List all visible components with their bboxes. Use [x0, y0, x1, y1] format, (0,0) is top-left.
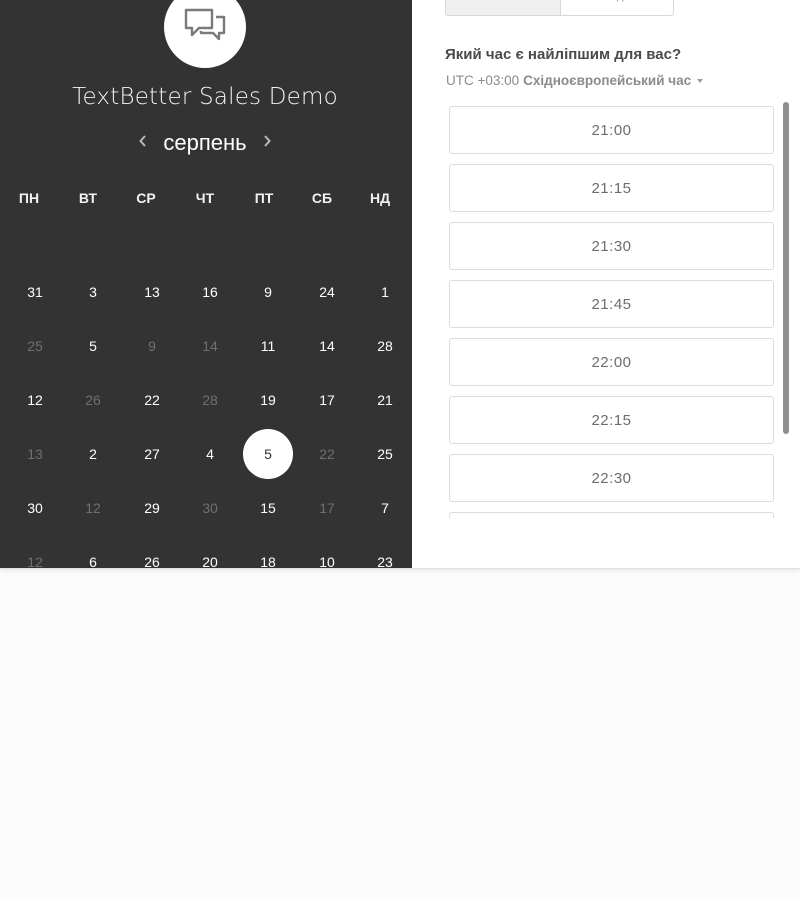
calendar-day[interactable]: 12 — [10, 375, 60, 425]
time-slot-button[interactable]: 22:15 — [449, 396, 774, 444]
selected-day-button[interactable]: 5 — [243, 429, 293, 479]
calendar-day[interactable]: 1 — [360, 267, 410, 317]
calendar-day[interactable]: 21 — [360, 375, 410, 425]
calendar-day[interactable]: 7 — [360, 483, 410, 533]
calendar-day[interactable]: 10 — [302, 537, 352, 568]
calendar-day[interactable]: 19 — [243, 375, 293, 425]
time-slot-list[interactable]: 21:00 21:15 21:30 21:45 22:00 22:15 22:3… — [448, 106, 778, 518]
time-slot-button[interactable]: 21:30 — [449, 222, 774, 270]
time-slot-button[interactable]: 22:00 — [449, 338, 774, 386]
calendar-day: 13 — [27, 446, 43, 462]
calendar-day[interactable]: 17 — [302, 375, 352, 425]
calendar-day[interactable]: 3 — [68, 267, 118, 317]
calendar-day[interactable]: 14 — [302, 321, 352, 371]
calendar-day[interactable]: 15 — [243, 483, 293, 533]
calendar-day: 12 — [27, 554, 43, 568]
calendar-day: 26 — [85, 392, 101, 408]
time-slot-button[interactable] — [449, 512, 774, 518]
calendar-grid: 31 3 13 16 9 24 1 25 5 9 14 11 14 28 12 26 22 28 19 17 21 13 2… — [0, 0, 410, 568]
calendar-day[interactable]: 13 — [127, 267, 177, 317]
calendar-day[interactable]: 24 — [302, 267, 352, 317]
time-question: Який час є найліпшим для вас? — [445, 46, 682, 63]
calendar-day[interactable]: 5 — [68, 321, 118, 371]
slot-list-scrollbar[interactable] — [783, 102, 789, 434]
calendar-day[interactable]: 30 — [10, 483, 60, 533]
timezone-name: Східноєвропейський час — [523, 73, 692, 88]
calendar-day: 14 — [202, 338, 218, 354]
calendar-day[interactable]: 11 — [243, 321, 293, 371]
calendar-day[interactable]: 9 — [243, 267, 293, 317]
calendar-day[interactable]: 2 — [68, 429, 118, 479]
calendar-day[interactable]: 27 — [127, 429, 177, 479]
time-slot-button[interactable]: 22:30 — [449, 454, 774, 502]
calendar-day[interactable]: 18 — [243, 537, 293, 568]
calendar-day[interactable]: 29 — [127, 483, 177, 533]
calendar-day[interactable]: 31 — [10, 267, 60, 317]
duration-option-40min[interactable]: 40 хвилин — [446, 0, 561, 15]
calendar-day[interactable]: 20 — [185, 537, 235, 568]
calendar-day[interactable]: 28 — [360, 321, 410, 371]
calendar-panel: TextBetter Sales Demo серпень ПН ВТ СР Ч… — [0, 0, 412, 568]
time-slot-button[interactable]: 21:15 — [449, 164, 774, 212]
calendar-day[interactable]: 23 — [360, 537, 410, 568]
timezone-offset: UTC +03:00 — [446, 73, 520, 88]
duration-option-1h[interactable]: 1 годин — [561, 0, 673, 15]
calendar-day[interactable]: 6 — [68, 537, 118, 568]
timezone-selector[interactable]: UTC +03:00 Східноєвропейський час — [446, 73, 704, 88]
calendar-day: 12 — [85, 500, 101, 516]
time-panel: 40 хвилин 1 годин Який час є найліпшим д… — [412, 0, 800, 568]
calendar-day: 28 — [202, 392, 218, 408]
scheduling-widget: TextBetter Sales Demo серпень ПН ВТ СР Ч… — [0, 0, 800, 569]
calendar-day[interactable]: 25 — [360, 429, 410, 479]
calendar-day: 22 — [319, 446, 335, 462]
calendar-day[interactable]: 26 — [127, 537, 177, 568]
caret-down-icon — [697, 78, 704, 83]
time-slot-button[interactable]: 21:45 — [449, 280, 774, 328]
calendar-day[interactable]: 22 — [127, 375, 177, 425]
calendar-day[interactable]: 4 — [185, 429, 235, 479]
calendar-day: 17 — [319, 500, 335, 516]
calendar-day[interactable]: 16 — [185, 267, 235, 317]
duration-selector: 40 хвилин 1 годин — [445, 0, 674, 16]
calendar-day: 25 — [27, 338, 43, 354]
time-slot-button[interactable]: 21:00 — [449, 106, 774, 154]
calendar-day: 30 — [202, 500, 218, 516]
calendar-day: 9 — [148, 338, 156, 354]
